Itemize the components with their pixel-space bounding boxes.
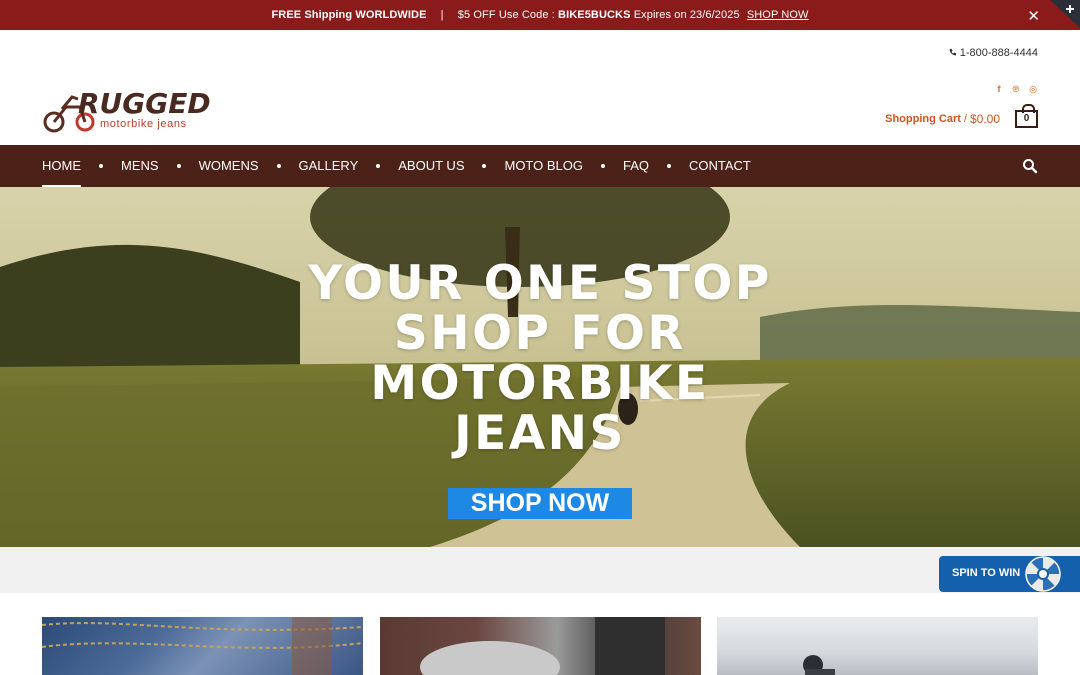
nav-item-contact[interactable]: CONTACT bbox=[689, 145, 751, 187]
nav-item-home[interactable]: HOME bbox=[42, 145, 81, 187]
nav-item-womens[interactable]: WOMENS bbox=[199, 145, 259, 187]
nav-item-moto-blog[interactable]: MOTO BLOG bbox=[504, 145, 583, 187]
nav-separator-dot bbox=[276, 164, 281, 168]
prize-wheel-icon bbox=[1025, 556, 1061, 592]
hero-shop-now-button[interactable]: SHOP NOW bbox=[448, 488, 632, 519]
nav-separator-dot bbox=[376, 164, 381, 168]
promo-separator: | bbox=[440, 9, 444, 21]
pinterest-icon[interactable]: ℗ bbox=[1011, 84, 1021, 94]
hero-headline-line: MOTORBIKE bbox=[370, 356, 710, 411]
hero-headline-line: SHOP FOR bbox=[393, 306, 687, 361]
site-logo[interactable]: RUGGED motorbike jeans bbox=[42, 87, 222, 135]
category-tile-denim[interactable] bbox=[42, 617, 363, 675]
nav-separator-dot bbox=[600, 164, 605, 168]
nav-item-mens[interactable]: MENS bbox=[121, 145, 159, 187]
close-icon[interactable]: ✕ bbox=[1027, 7, 1040, 25]
promo-code: BIKE5BUCKS bbox=[558, 9, 631, 21]
cart-separator: / bbox=[963, 113, 967, 125]
nav-separator-dot bbox=[99, 164, 103, 168]
nav-item-gallery[interactable]: GALLERY bbox=[299, 145, 359, 187]
cart-amount: $0.00 bbox=[969, 112, 1000, 126]
nav-separator-dot bbox=[482, 164, 487, 168]
spin-to-win-label: SPIN TO WIN bbox=[952, 567, 1021, 579]
hero-headline-line: JEANS bbox=[454, 406, 626, 461]
nav-menu: HOME MENS WOMENS GALLERY ABOUT US MOTO B… bbox=[42, 145, 751, 187]
denim-jeans-image bbox=[42, 617, 363, 675]
search-icon[interactable] bbox=[1022, 158, 1038, 174]
corner-plus-icon[interactable] bbox=[1048, 0, 1080, 30]
hero-headline: YOUR ONE STOP SHOP FOR MOTORBIKE JEANS bbox=[0, 259, 1080, 459]
nav-item-about-us[interactable]: ABOUT US bbox=[398, 145, 464, 187]
phone-icon bbox=[949, 48, 956, 56]
motorbike-tank-image bbox=[420, 617, 665, 675]
category-tile-rider[interactable] bbox=[717, 617, 1038, 675]
cart-label[interactable]: Shopping Cart bbox=[885, 113, 961, 125]
rider-image bbox=[803, 655, 835, 675]
header-phone[interactable]: 1-800-888-4444 bbox=[948, 47, 1038, 59]
spin-to-win-button[interactable]: SPIN TO WIN bbox=[939, 556, 1080, 592]
logo-tagline: motorbike jeans bbox=[100, 118, 187, 130]
main-nav: HOME MENS WOMENS GALLERY ABOUT US MOTO B… bbox=[0, 145, 1080, 187]
promo-bar: FREE Shipping WORLDWIDE | $5 OFF Use Cod… bbox=[0, 0, 1080, 30]
promo-message: FREE Shipping WORLDWIDE | $5 OFF Use Cod… bbox=[0, 9, 1080, 21]
social-links: f ℗ ◎ bbox=[994, 84, 1038, 94]
logo-wordmark: RUGGED bbox=[78, 87, 211, 120]
promo-free-shipping: FREE Shipping WORLDWIDE bbox=[271, 9, 427, 21]
instagram-icon[interactable]: ◎ bbox=[1028, 84, 1038, 94]
nav-separator-dot bbox=[176, 164, 181, 168]
phone-number: 1-800-888-4444 bbox=[959, 47, 1038, 59]
cart-bag-icon[interactable]: 0 bbox=[1015, 104, 1038, 128]
promo-expires: Expires on 23/6/2025 bbox=[633, 9, 740, 21]
hero-banner: YOUR ONE STOP SHOP FOR MOTORBIKE JEANS S… bbox=[0, 187, 1080, 547]
shopping-cart[interactable]: Shopping Cart / $0.00 0 bbox=[885, 104, 1038, 128]
nav-item-faq[interactable]: FAQ bbox=[623, 145, 649, 187]
category-tile-motorbike[interactable] bbox=[380, 617, 701, 675]
section-divider-band bbox=[0, 547, 1080, 593]
promo-shop-now-link[interactable]: SHOP NOW bbox=[747, 9, 809, 21]
hero-headline-line: YOUR ONE STOP bbox=[308, 256, 772, 311]
facebook-icon[interactable]: f bbox=[994, 84, 1004, 94]
nav-separator-dot bbox=[667, 164, 671, 168]
promo-code-prefix: $5 OFF Use Code : bbox=[457, 9, 555, 21]
